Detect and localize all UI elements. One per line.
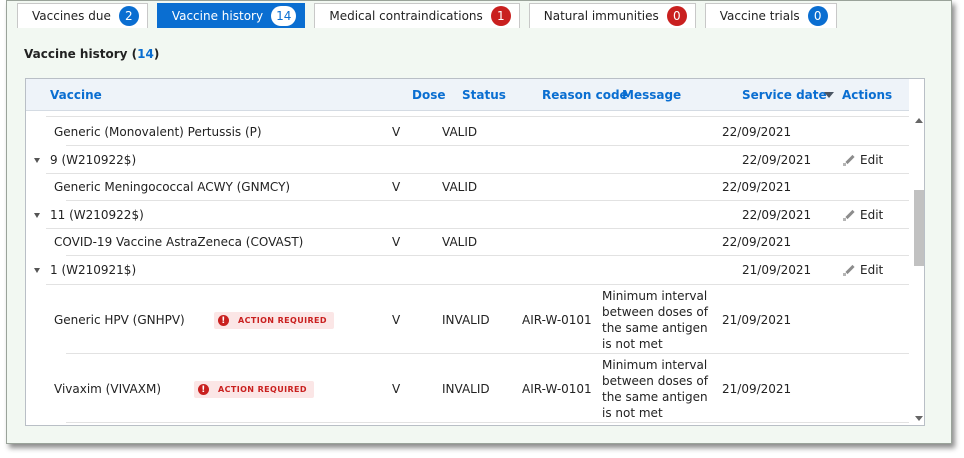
tab-bar: Vaccines due 2 Vaccine history 14 Medica… xyxy=(17,3,846,29)
dose-cell: V xyxy=(392,382,401,396)
section-title: Vaccine history (14) xyxy=(24,47,160,61)
table-row[interactable]: Generic Meningococcal ACWY (GNMCY) V VAL… xyxy=(54,174,909,201)
scroll-thumb[interactable] xyxy=(914,190,924,266)
collapse-arrow-icon[interactable] xyxy=(34,268,40,273)
table-row[interactable]: Generic HPV (GNHPV) ! ACTION REQUIRED V … xyxy=(54,285,909,354)
dose-cell: V xyxy=(392,125,401,139)
status-cell: VALID xyxy=(442,235,478,249)
edit-label: Edit xyxy=(860,263,884,277)
group-row[interactable]: 1 (W210921$) 21/09/2021 Edit xyxy=(34,256,909,285)
column-header-status[interactable]: Status xyxy=(462,88,506,102)
service-date-cell: 21/09/2021 xyxy=(722,313,792,327)
dose-cell: V xyxy=(392,313,401,327)
column-header-message[interactable]: Message xyxy=(622,88,681,102)
section-count: 14 xyxy=(137,47,154,61)
message-cell: Minimum interval between doses of the sa… xyxy=(602,289,708,351)
scroll-up-icon[interactable] xyxy=(915,118,923,123)
alert-icon: ! xyxy=(198,384,209,395)
column-header-actions: Actions xyxy=(842,88,893,102)
service-date-cell: 22/09/2021 xyxy=(742,208,812,222)
table-header: Vaccine Dose Status Reason code Message … xyxy=(26,79,909,111)
group-row[interactable]: 9 (W210922$) 22/09/2021 Edit xyxy=(34,146,909,174)
vaccine-name: Vivaxim (VIVAXM) xyxy=(54,382,162,396)
count-badge: 1 xyxy=(490,6,511,26)
vaccine-name: COVID-19 Vaccine AstraZeneca (COVAST) xyxy=(54,235,304,249)
action-required-badge[interactable]: ! ACTION REQUIRED xyxy=(214,312,334,329)
service-date-cell: 21/09/2021 xyxy=(742,263,812,277)
group-label: 1 (W210921$) xyxy=(50,263,137,277)
tab-vaccine-history[interactable]: Vaccine history 14 xyxy=(156,3,306,28)
edit-button[interactable]: Edit xyxy=(842,208,883,222)
vaccine-name: Generic (Monovalent) Pertussis (P) xyxy=(54,125,262,139)
action-required-badge[interactable]: ! ACTION REQUIRED xyxy=(194,381,314,398)
reason-code-cell: AIR-W-0101 xyxy=(522,382,592,396)
sort-descending-icon[interactable] xyxy=(824,92,834,98)
count-badge: 0 xyxy=(666,6,687,26)
service-date-cell: 22/09/2021 xyxy=(742,153,812,167)
scroll-down-icon[interactable] xyxy=(915,416,923,421)
pencil-icon xyxy=(842,209,856,221)
tab-label: Medical contraindications xyxy=(329,9,483,23)
alert-icon: ! xyxy=(218,315,229,326)
group-label: 11 (W210922$) xyxy=(50,208,144,222)
column-header-reason-code[interactable]: Reason code xyxy=(542,88,628,102)
section-title-text: Vaccine history xyxy=(24,47,128,61)
action-required-label: ACTION REQUIRED xyxy=(218,385,307,394)
vertical-scrollbar[interactable] xyxy=(914,112,924,425)
column-header-service-date[interactable]: Service date xyxy=(742,88,827,102)
action-required-label: ACTION REQUIRED xyxy=(238,316,327,325)
tab-label: Vaccines due xyxy=(32,9,111,23)
service-date-cell: 22/09/2021 xyxy=(722,125,792,139)
reason-code-cell: AIR-W-0101 xyxy=(522,313,592,327)
collapse-arrow-icon[interactable] xyxy=(34,158,40,163)
vaccination-window: Vaccines due 2 Vaccine history 14 Medica… xyxy=(6,0,952,444)
group-label: 9 (W210922$) xyxy=(50,153,137,167)
vaccine-name: Generic Meningococcal ACWY (GNMCY) xyxy=(54,180,291,194)
edit-button[interactable]: Edit xyxy=(842,153,883,167)
edit-label: Edit xyxy=(860,153,884,167)
status-cell: VALID xyxy=(442,180,478,194)
count-badge: 0 xyxy=(807,6,828,26)
tab-vaccine-trials[interactable]: Vaccine trials 0 xyxy=(704,3,837,28)
collapse-arrow-icon[interactable] xyxy=(34,213,40,218)
vaccine-history-table: Vaccine Dose Status Reason code Message … xyxy=(25,78,925,426)
table-row[interactable]: Generic (Monovalent) Pertussis (P) V VAL… xyxy=(54,117,909,146)
pencil-icon xyxy=(842,264,856,276)
message-cell: Minimum interval between doses of the sa… xyxy=(602,358,708,420)
table-row[interactable]: COVID-19 Vaccine AstraZeneca (COVAST) V … xyxy=(54,229,909,256)
tab-medical-contraindications[interactable]: Medical contraindications 1 xyxy=(314,3,520,28)
tab-natural-immunities[interactable]: Natural immunities 0 xyxy=(528,3,696,28)
service-date-cell: 22/09/2021 xyxy=(722,180,792,194)
service-date-cell: 22/09/2021 xyxy=(722,235,792,249)
status-cell: INVALID xyxy=(442,382,490,396)
count-badge: 14 xyxy=(271,6,297,26)
column-header-dose[interactable]: Dose xyxy=(412,88,446,102)
dose-cell: V xyxy=(392,235,401,249)
dose-cell: V xyxy=(392,180,401,194)
tab-vaccines-due[interactable]: Vaccines due 2 xyxy=(17,3,148,28)
service-date-cell: 21/09/2021 xyxy=(722,382,792,396)
group-row[interactable]: 11 (W210922$) 22/09/2021 Edit xyxy=(34,201,909,229)
count-badge: 2 xyxy=(118,6,139,26)
table-body: Generic (Monovalent) Pertussis (P) V VAL… xyxy=(26,112,909,425)
table-row[interactable]: Vivaxim (VIVAXM) ! ACTION REQUIRED V INV… xyxy=(54,354,909,423)
pencil-icon xyxy=(842,154,856,166)
status-cell: INVALID xyxy=(442,313,490,327)
tab-label: Vaccine trials xyxy=(719,9,800,23)
column-header-vaccine[interactable]: Vaccine xyxy=(50,88,102,102)
vaccine-name: Generic HPV (GNHPV) xyxy=(54,313,185,327)
tab-label: Natural immunities xyxy=(543,9,659,23)
edit-button[interactable]: Edit xyxy=(842,263,883,277)
tab-label: Vaccine history xyxy=(171,9,264,23)
edit-label: Edit xyxy=(860,208,884,222)
status-cell: VALID xyxy=(442,125,478,139)
